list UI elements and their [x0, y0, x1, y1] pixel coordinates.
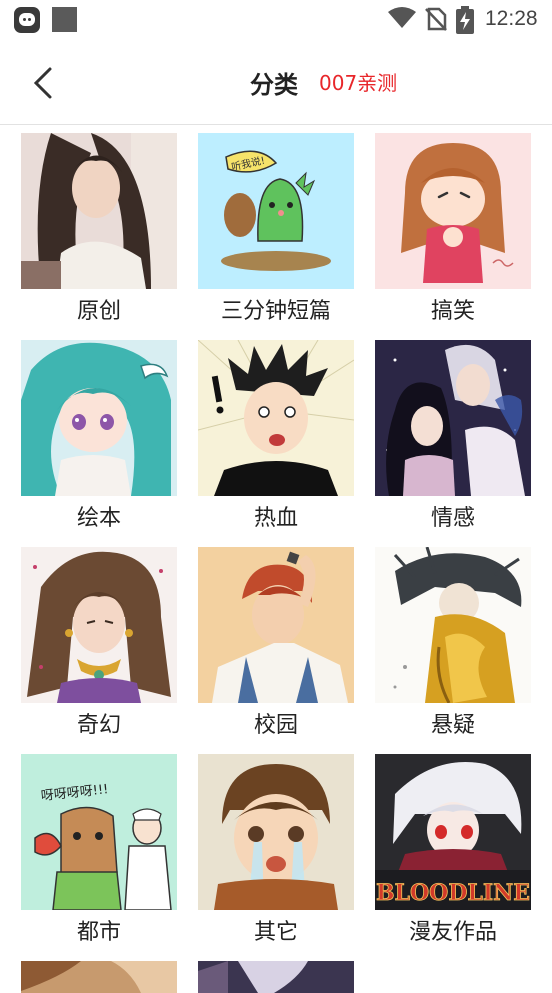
- back-arrow-icon[interactable]: [26, 63, 66, 103]
- category-thumbnail: [21, 961, 177, 993]
- category-thumbnail: [198, 340, 354, 496]
- category-tile-picture-books[interactable]: 绘本: [21, 332, 177, 532]
- category-tile-romance[interactable]: 情感: [375, 332, 531, 532]
- category-tile-hot-blooded[interactable]: 热血: [198, 332, 354, 532]
- category-thumbnail: [198, 547, 354, 703]
- category-tile-short-stories[interactable]: 听我说! 三分钟短篇: [198, 125, 354, 325]
- category-thumbnail: 听我说!: [198, 133, 354, 289]
- category-thumbnail: [375, 547, 531, 703]
- page-subtitle: 007亲测: [319, 71, 398, 95]
- category-tile-suspense[interactable]: 悬疑: [375, 539, 531, 739]
- category-label: 热血: [253, 506, 298, 531]
- category-tile-fantasy[interactable]: 奇幻: [21, 539, 177, 739]
- category-label: 绘本: [76, 506, 121, 531]
- category-label: 都市: [76, 920, 121, 945]
- category-label: 原创: [76, 299, 121, 324]
- category-thumbnail: [375, 133, 531, 289]
- no-sim-icon: [425, 7, 447, 31]
- category-tile-partial-1[interactable]: [21, 953, 177, 993]
- category-label: 奇幻: [76, 713, 121, 738]
- status-bar: 12:28: [0, 0, 552, 40]
- category-thumbnail: [21, 547, 177, 703]
- logo-text: BLOODLINE: [376, 880, 530, 906]
- page-header: 分类 007亲测: [0, 40, 552, 125]
- category-thumbnail: BLOODLINE: [375, 754, 531, 910]
- category-label: 校园: [253, 713, 298, 738]
- category-thumbnail: [375, 340, 531, 496]
- category-tile-partial-2[interactable]: [198, 953, 354, 993]
- category-thumbnail: [198, 961, 354, 993]
- page-title: 分类: [250, 71, 298, 99]
- category-label: 漫友作品: [408, 920, 497, 945]
- category-label: 三分钟短篇: [220, 299, 331, 324]
- category-tile-comedy[interactable]: 搞笑: [375, 125, 531, 325]
- category-thumbnail: 呀呀呀呀!!!: [21, 754, 177, 910]
- category-label: 其它: [253, 920, 298, 945]
- category-thumbnail: [198, 754, 354, 910]
- category-tile-urban[interactable]: 呀呀呀呀!!! 都市: [21, 746, 177, 946]
- category-label: 搞笑: [430, 299, 475, 324]
- category-thumbnail: [21, 340, 177, 496]
- category-tile-original[interactable]: 原创: [21, 125, 177, 325]
- status-time: 12:28: [485, 7, 538, 30]
- category-tile-campus[interactable]: 校园: [198, 539, 354, 739]
- category-label: 情感: [430, 506, 475, 531]
- notification-square-icon: [52, 7, 77, 32]
- wifi-icon: [388, 7, 416, 28]
- category-tile-fan-works[interactable]: BLOODLINE 漫友作品: [375, 746, 531, 946]
- battery-charging-icon: [456, 6, 474, 34]
- category-label: 悬疑: [430, 713, 475, 738]
- category-tile-others[interactable]: 其它: [198, 746, 354, 946]
- category-thumbnail: [21, 133, 177, 289]
- robot-app-icon: [14, 7, 40, 33]
